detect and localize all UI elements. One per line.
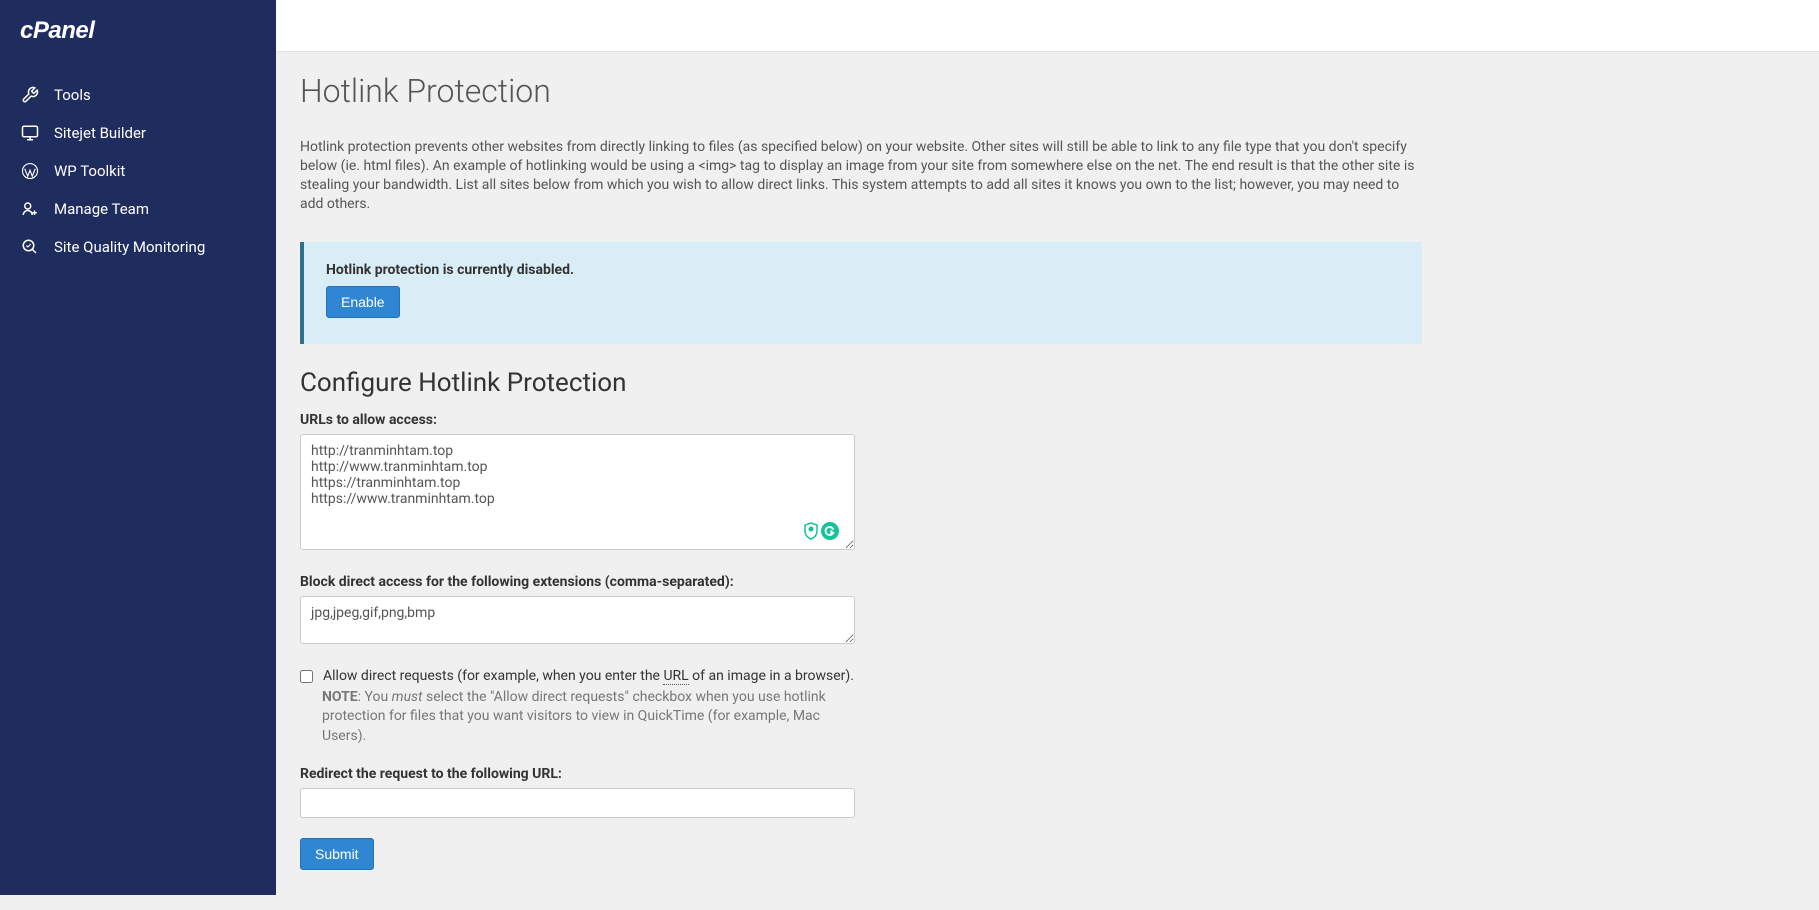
brand-text: cPanel [20,21,120,51]
sidebar-item-wp-toolkit[interactable]: WP Toolkit [0,152,276,190]
sitejet-icon [20,123,40,143]
grammarly-badges [803,522,839,540]
submit-button[interactable]: Submit [300,838,374,870]
note-must: must [392,689,423,705]
redirect-label: Redirect the request to the following UR… [300,766,1422,782]
team-icon [20,199,40,219]
sidebar-item-label: Manage Team [54,200,149,218]
sidebar-item-label: Site Quality Monitoring [54,238,205,256]
note-label: NOTE [322,689,358,705]
redirect-form-group: Redirect the request to the following UR… [300,766,1422,818]
main-content: Hotlink Protection Hotlink protection pr… [276,0,1819,910]
sidebar-item-sitejet[interactable]: Sitejet Builder [0,114,276,152]
note-prefix: : You [358,689,392,705]
allow-direct-suffix: of an image in a browser). [689,668,854,684]
content-area: Hotlink Protection Hotlink protection pr… [276,52,1446,910]
wordpress-icon [20,161,40,181]
svg-text:cPanel: cPanel [20,18,96,44]
sidebar-item-label: Sitejet Builder [54,124,146,142]
allow-direct-form-group: Allow direct requests (for example, when… [300,668,1422,747]
extensions-label: Block direct access for the following ex… [300,574,1422,590]
sidebar: cPanel Tools Sitejet Builder WP [0,0,276,895]
page-description: Hotlink protection prevents other websit… [300,138,1422,214]
extensions-form-group: Block direct access for the following ex… [300,574,1422,648]
sidebar-item-manage-team[interactable]: Manage Team [0,190,276,228]
status-text: Hotlink protection is currently disabled… [326,262,1400,278]
extensions-textarea[interactable] [300,596,855,644]
grammarly-shield-icon [803,522,819,540]
allow-direct-prefix: Allow direct requests (for example, when… [323,668,663,684]
url-abbr: URL [663,668,688,685]
topbar [276,0,1819,52]
quality-icon [20,237,40,257]
urls-textarea[interactable] [300,434,855,550]
tools-icon [20,85,40,105]
sidebar-item-label: Tools [54,86,91,104]
allow-direct-checkbox[interactable] [300,670,313,683]
sidebar-item-site-quality[interactable]: Site Quality Monitoring [0,228,276,266]
sidebar-item-label: WP Toolkit [54,162,125,180]
allow-direct-label: Allow direct requests (for example, when… [323,668,854,684]
urls-label: URLs to allow access: [300,412,1422,428]
note-text: NOTE: You must select the "Allow direct … [322,688,862,747]
allow-direct-row: Allow direct requests (for example, when… [300,668,1422,684]
urls-form-group: URLs to allow access: [300,412,1422,554]
redirect-input[interactable] [300,788,855,818]
status-alert: Hotlink protection is currently disabled… [300,242,1422,344]
sidebar-item-tools[interactable]: Tools [0,76,276,114]
logo[interactable]: cPanel [0,18,276,76]
enable-button[interactable]: Enable [326,286,400,318]
grammarly-g-icon [821,522,839,540]
cpanel-logo-icon: cPanel [20,18,120,44]
page-title: Hotlink Protection [300,72,1422,110]
section-title: Configure Hotlink Protection [300,368,1422,398]
